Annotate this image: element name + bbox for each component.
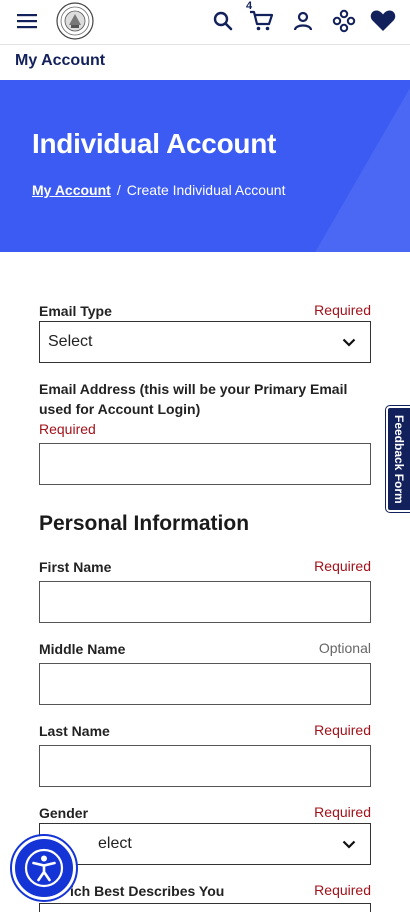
feedback-form-tab[interactable]: Feedback Form	[385, 405, 410, 513]
email-type-label: Email Type	[39, 303, 112, 319]
seal-logo[interactable]	[55, 1, 95, 41]
describes-you-select[interactable]	[39, 903, 371, 912]
email-type-required: Required	[314, 302, 371, 318]
search-icon[interactable]	[210, 8, 236, 34]
email-address-field[interactable]	[39, 443, 371, 485]
describes-you-label: ich Best Describes You	[70, 883, 225, 899]
accessibility-button[interactable]	[10, 834, 78, 902]
breadcrumb-current: Create Individual Account	[126, 182, 286, 198]
menu-icon[interactable]	[14, 10, 40, 32]
feedback-form-label: Feedback Form	[392, 414, 406, 504]
email-address-required: Required	[39, 421, 96, 437]
heart-icon[interactable]	[368, 6, 398, 34]
accessibility-icon	[24, 848, 64, 888]
breadcrumb-separator: /	[116, 182, 121, 198]
describes-you-required: Required	[314, 882, 371, 898]
chevron-down-icon	[342, 840, 356, 849]
personal-information-heading: Personal Information	[39, 512, 250, 535]
sitemap-icon[interactable]	[330, 7, 358, 35]
middle-name-optional: Optional	[318, 640, 371, 656]
gender-required: Required	[314, 804, 371, 820]
first-name-required: Required	[314, 558, 371, 574]
breadcrumb-link-my-account[interactable]: My Account	[32, 182, 111, 198]
middle-name-label: Middle Name	[39, 641, 126, 657]
gender-value: elect	[98, 835, 132, 852]
page-title: Individual Account	[32, 128, 277, 159]
email-type-value: Select	[48, 333, 93, 350]
last-name-required: Required	[314, 722, 371, 738]
cart-icon[interactable]	[246, 4, 276, 36]
chevron-down-icon	[342, 338, 356, 347]
email-address-label-line2: used for Account Login)	[39, 401, 201, 417]
account-icon[interactable]	[290, 8, 316, 34]
hero-banner: Individual Account My Account / Create Ind…	[0, 80, 410, 252]
email-address-label-line1: Email Address (this will be your Primary…	[39, 381, 348, 397]
middle-name-field[interactable]	[39, 663, 371, 705]
hero-decoration	[250, 80, 410, 252]
top-navigation-bar: 4	[0, 0, 410, 44]
email-type-select[interactable]: Select	[39, 321, 371, 363]
first-name-label: First Name	[39, 559, 112, 575]
breadcrumb: My Account / Create Individual Account	[32, 182, 285, 198]
gender-label: Gender	[39, 805, 89, 821]
gender-select[interactable]: elect	[39, 823, 371, 865]
account-bar: My Account	[0, 44, 410, 80]
account-bar-link[interactable]: My Account	[15, 52, 105, 70]
last-name-label: Last Name	[39, 723, 110, 739]
last-name-field[interactable]	[39, 745, 371, 787]
first-name-field[interactable]	[39, 581, 371, 623]
